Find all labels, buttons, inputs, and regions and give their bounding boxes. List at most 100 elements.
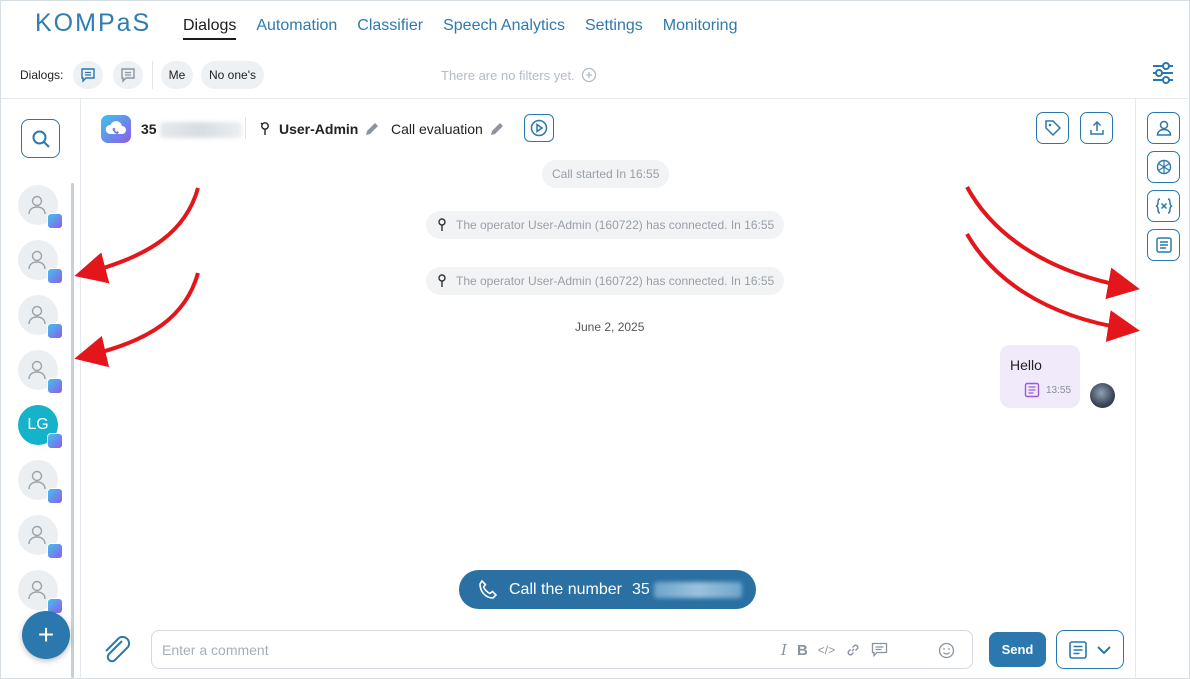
upload-icon	[1089, 120, 1104, 135]
divider	[152, 61, 153, 89]
phone-icon	[479, 579, 498, 599]
notes-icon[interactable]	[1024, 382, 1040, 398]
emoji-icon[interactable]	[938, 642, 955, 659]
notes-button[interactable]	[1147, 229, 1180, 261]
dialog-avatar[interactable]	[18, 295, 63, 339]
edit-pencil-icon[interactable]	[489, 121, 505, 137]
closed-dialogs-filter-button[interactable]	[113, 61, 143, 89]
dialog-avatar[interactable]	[18, 515, 63, 559]
date-separator: June 2, 2025	[575, 320, 645, 334]
ai-assistant-button[interactable]	[1147, 151, 1180, 183]
edit-pencil-icon[interactable]	[364, 121, 380, 137]
call-channel-icon	[47, 323, 63, 339]
operator-connected-text: The operator User-Admin (160722) has con…	[456, 274, 775, 288]
bold-icon[interactable]: B	[797, 642, 808, 659]
link-icon[interactable]	[845, 642, 861, 658]
search-icon	[32, 130, 50, 148]
dialog-avatar-lg[interactable]: LG	[18, 405, 63, 449]
operator-connected-text: The operator User-Admin (160722) has con…	[456, 218, 775, 232]
attach-icon[interactable]	[100, 633, 132, 667]
search-button[interactable]	[21, 119, 60, 158]
user-icon	[28, 360, 46, 380]
user-icon	[28, 250, 46, 270]
nav-classifier[interactable]: Classifier	[357, 17, 423, 40]
play-icon	[530, 119, 548, 137]
contact-info-button[interactable]	[1147, 112, 1180, 144]
filter-bar: Dialogs: Me No one's There are no filter…	[1, 51, 1190, 99]
call-channel-icon	[47, 268, 63, 284]
message-bubble[interactable]: Hello 13:55	[1000, 345, 1080, 408]
dialogs-filter-label: Dialogs:	[20, 68, 64, 82]
logo: KOMPaS	[35, 9, 152, 37]
nav-settings[interactable]: Settings	[585, 17, 643, 40]
nav-monitoring[interactable]: Monitoring	[663, 17, 738, 40]
plus-icon: +	[37, 619, 55, 650]
new-dialog-button[interactable]: +	[22, 611, 70, 659]
call-number-label: Call the number	[509, 580, 622, 598]
dialog-avatar[interactable]	[18, 570, 63, 614]
notes-icon	[1069, 640, 1087, 659]
call-evaluation-label: Call evaluation	[391, 121, 483, 137]
operator-field[interactable]: User-Admin	[259, 121, 380, 137]
divider	[245, 117, 246, 139]
active-dialogs-filter-button[interactable]	[73, 61, 103, 89]
red-arrow	[965, 186, 1140, 300]
user-icon	[1156, 120, 1171, 136]
filter-me-button[interactable]: Me	[161, 61, 193, 89]
red-arrow	[74, 187, 200, 284]
add-circle-icon[interactable]	[581, 67, 597, 83]
notes-icon	[1155, 237, 1172, 253]
no-filters-text: There are no filters yet.	[441, 67, 575, 83]
app-window: KOMPaS Dialogs Automation Classifier Spe…	[0, 0, 1190, 679]
export-button[interactable]	[1080, 112, 1113, 144]
tag-button[interactable]	[1036, 112, 1069, 144]
call-number-button[interactable]: Call the number 35	[459, 570, 756, 609]
redacted-number	[653, 581, 742, 598]
call-channel-icon	[101, 115, 131, 143]
dialog-avatar[interactable]	[18, 240, 63, 284]
user-icon	[28, 580, 46, 600]
user-icon	[28, 195, 46, 215]
play-recording-button[interactable]	[524, 114, 554, 142]
notes-dropdown-button[interactable]	[1056, 630, 1124, 669]
no-filters-hint[interactable]: There are no filters yet.	[441, 67, 597, 83]
nav-speech-analytics[interactable]: Speech Analytics	[443, 17, 565, 40]
dialog-avatar[interactable]	[18, 350, 63, 394]
top-navigation: KOMPaS Dialogs Automation Classifier Spe…	[1, 1, 1190, 51]
format-toolbar: I B </>	[781, 641, 955, 659]
chevron-down-icon	[1097, 645, 1111, 654]
system-message: The operator User-Admin (160722) has con…	[426, 267, 785, 295]
operator-name: User-Admin	[279, 121, 359, 137]
call-evaluation-field[interactable]: Call evaluation	[391, 121, 505, 137]
contact-number-prefix: 35	[141, 121, 157, 137]
code-icon[interactable]: </>	[818, 643, 835, 657]
filter-settings-icon[interactable]	[1151, 61, 1175, 85]
dialog-list-sidebar: LG +	[1, 99, 81, 679]
call-channel-icon	[47, 433, 63, 449]
avatar-initials: LG	[27, 416, 49, 433]
filter-no-ones-button[interactable]: No one's	[201, 61, 264, 89]
message-time: 13:55	[1046, 385, 1072, 396]
dialog-avatar[interactable]	[18, 185, 63, 229]
main-nav: Dialogs Automation Classifier Speech Ana…	[183, 17, 737, 40]
call-channel-icon	[47, 543, 63, 559]
red-arrow	[74, 272, 200, 368]
italic-icon[interactable]: I	[781, 641, 787, 659]
tag-icon	[1044, 120, 1061, 137]
template-message-icon[interactable]	[871, 642, 888, 658]
operator-icon	[438, 218, 446, 231]
call-channel-icon	[47, 488, 63, 504]
nav-dialogs[interactable]: Dialogs	[183, 17, 237, 40]
send-button[interactable]: Send	[989, 632, 1046, 667]
dialog-list-scrollbar[interactable]	[71, 183, 74, 678]
dialog-avatar[interactable]	[18, 460, 63, 504]
call-channel-icon	[47, 213, 63, 229]
user-icon	[28, 305, 46, 325]
variables-button[interactable]	[1147, 190, 1180, 222]
user-icon	[28, 470, 46, 490]
contact-number: 35	[141, 121, 243, 139]
redacted-number	[160, 122, 243, 139]
nav-automation[interactable]: Automation	[256, 17, 337, 40]
operator-icon	[260, 122, 269, 135]
call-channel-icon	[47, 378, 63, 394]
